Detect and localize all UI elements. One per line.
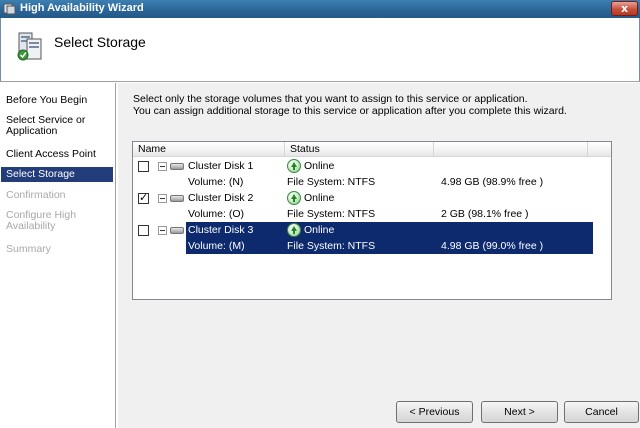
window-titlebar[interactable]: High Availability Wizard x: [0, 0, 640, 18]
column-header-status[interactable]: Status: [285, 142, 434, 157]
disk-size: 2 GB (98.1% free ): [441, 208, 529, 220]
disk-status: Online: [304, 160, 335, 172]
cluster-storage-icon: [17, 32, 42, 61]
list-item-details[interactable]: Volume: (N) File System: NTFS 4.98 GB (9…: [133, 174, 611, 190]
previous-button[interactable]: < Previous: [396, 401, 473, 423]
nav-divider: [115, 83, 117, 428]
disk-name: Cluster Disk 1: [188, 160, 254, 172]
disk-icon: [170, 227, 184, 234]
disk-3-checkbox[interactable]: [138, 225, 149, 236]
disk-volume: Volume: (N): [188, 176, 244, 188]
storage-list[interactable]: Name Status Cluster Disk 1 Online Volume…: [132, 141, 612, 300]
page-title: Select Storage: [54, 34, 146, 50]
nav-step-before-you-begin[interactable]: Before You Begin: [1, 95, 113, 106]
disk-volume: Volume: (M): [188, 240, 245, 252]
disk-status: Online: [304, 192, 335, 204]
disk-name: Cluster Disk 3: [188, 224, 254, 236]
disk-icon: [170, 195, 184, 202]
list-item[interactable]: Cluster Disk 1 Online: [133, 158, 611, 174]
list-item-details[interactable]: Volume: (O) File System: NTFS 2 GB (98.1…: [133, 206, 611, 222]
instructions: Select only the storage volumes that you…: [133, 93, 567, 117]
window-title: High Availability Wizard: [20, 2, 144, 14]
column-header-name[interactable]: Name: [133, 142, 285, 157]
list-header: Name Status: [133, 142, 611, 157]
collapse-icon[interactable]: [158, 226, 167, 235]
online-status-icon: [287, 191, 301, 205]
list-item-details[interactable]: Volume: (M) File System: NTFS 4.98 GB (9…: [133, 238, 611, 254]
wizard-header: Select Storage: [0, 18, 640, 81]
online-status-icon: [287, 223, 301, 237]
wizard-content: Select only the storage volumes that you…: [118, 83, 640, 428]
disk-size: 4.98 GB (98.9% free ): [441, 176, 544, 188]
instructions-line-2: You can assign additional storage to thi…: [133, 105, 567, 117]
cancel-button[interactable]: Cancel: [564, 401, 639, 423]
nav-step-select-storage[interactable]: Select Storage: [1, 167, 113, 182]
disk-size: 4.98 GB (99.0% free ): [441, 240, 544, 252]
close-button[interactable]: x: [611, 1, 638, 16]
disk-2-checkbox[interactable]: [138, 191, 149, 204]
next-button[interactable]: Next >: [481, 401, 558, 423]
disk-icon: [170, 163, 184, 170]
list-item[interactable]: Cluster Disk 3 Online: [133, 222, 611, 238]
nav-step-select-service[interactable]: Select Service or Application: [1, 115, 113, 137]
nav-step-configure-ha: Configure High Availability: [6, 209, 77, 232]
wizard-steps-nav: Before You Begin Select Service or Appli…: [1, 83, 114, 428]
list-item[interactable]: Cluster Disk 2 Online: [133, 190, 611, 206]
disk-status: Online: [304, 224, 335, 236]
disk-filesystem: File System: NTFS: [287, 240, 376, 252]
online-status-icon: [287, 159, 301, 173]
nav-step-summary: Summary: [6, 243, 51, 255]
column-header-size[interactable]: [434, 142, 588, 157]
nav-step-client-access-point[interactable]: Client Access Point: [1, 149, 113, 160]
disk-filesystem: File System: NTFS: [287, 176, 376, 188]
disk-name: Cluster Disk 2: [188, 192, 254, 204]
disk-1-checkbox[interactable]: [138, 161, 149, 172]
disk-filesystem: File System: NTFS: [287, 208, 376, 220]
disk-volume: Volume: (O): [188, 208, 245, 220]
collapse-icon[interactable]: [158, 162, 167, 171]
wizard-app-icon: [3, 3, 16, 15]
nav-step-confirmation: Confirmation: [6, 189, 66, 201]
collapse-icon[interactable]: [158, 194, 167, 203]
instructions-line-1: Select only the storage volumes that you…: [133, 93, 528, 105]
